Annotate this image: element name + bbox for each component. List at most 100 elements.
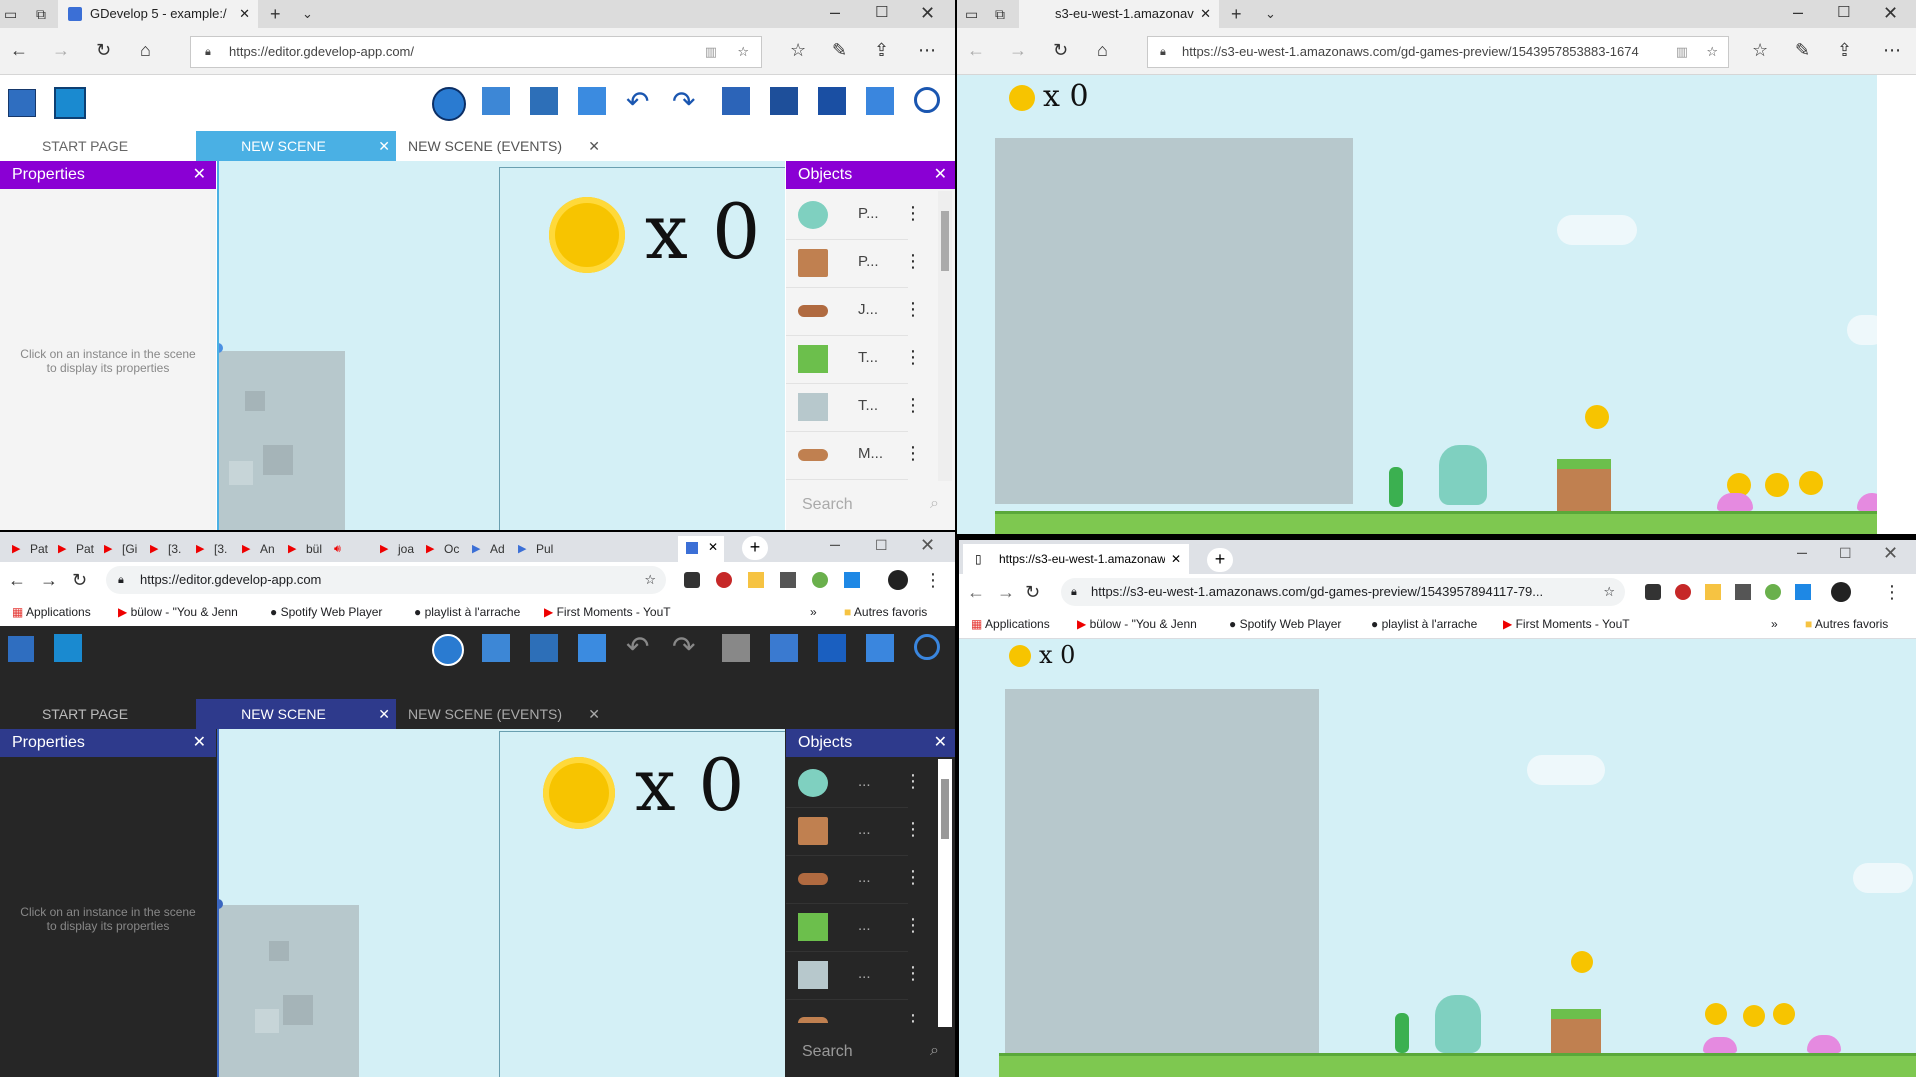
- minimize-icon[interactable]: –: [1797, 542, 1807, 562]
- favorites-icon[interactable]: ☆: [790, 40, 806, 60]
- maximize-icon[interactable]: ☐: [1839, 543, 1852, 563]
- menu-icon[interactable]: ⋮: [924, 570, 942, 590]
- close-tab-icon[interactable]: ✕: [239, 0, 250, 28]
- close-panel-icon[interactable]: ✕: [193, 161, 206, 189]
- browser-tab[interactable]: ▶ [3.: [192, 536, 234, 562]
- refresh-icon[interactable]: ↻: [1053, 40, 1068, 60]
- layers-icon[interactable]: [770, 87, 798, 115]
- search-box[interactable]: Search ⌕: [786, 483, 955, 529]
- forward-icon[interactable]: →: [1009, 40, 1027, 60]
- reading-view-icon[interactable]: ▥: [705, 37, 717, 67]
- tab-new-scene[interactable]: NEW SCENE ✕: [196, 699, 396, 729]
- object-item[interactable]: ... ⋮: [786, 807, 922, 856]
- extension-icon[interactable]: [1765, 584, 1781, 600]
- delete-icon[interactable]: [722, 634, 750, 662]
- object-item[interactable]: ⋮: [786, 999, 922, 1023]
- close-window-icon[interactable]: ✕: [1883, 543, 1898, 563]
- instances-list-icon[interactable]: [818, 634, 846, 662]
- minimize-icon[interactable]: –: [830, 2, 840, 22]
- extension-icon[interactable]: [1735, 584, 1751, 600]
- set-aside-tabs-icon[interactable]: ⧉: [36, 4, 46, 24]
- more-icon[interactable]: ⋯: [918, 40, 936, 60]
- maximize-icon[interactable]: ☐: [1837, 3, 1850, 23]
- favorites-icon[interactable]: ☆: [1752, 40, 1768, 60]
- close-tab-icon[interactable]: ✕: [708, 540, 718, 554]
- notes-icon[interactable]: ✎: [832, 40, 847, 60]
- minimize-icon[interactable]: –: [830, 534, 840, 554]
- zoom-icon[interactable]: [914, 634, 940, 660]
- minimize-icon[interactable]: –: [1793, 2, 1803, 22]
- back-icon[interactable]: ←: [967, 582, 985, 602]
- object-menu-icon[interactable]: ⋮: [904, 915, 922, 936]
- browser-tab[interactable]: ▶ Pat: [8, 536, 50, 562]
- forward-icon[interactable]: →: [52, 40, 70, 60]
- object-menu-icon[interactable]: ⋮: [904, 251, 922, 272]
- search-icon[interactable]: ⌕: [930, 1042, 939, 1060]
- bookmarks-overflow[interactable]: »: [1771, 610, 1778, 638]
- redo-icon[interactable]: ↷: [672, 630, 695, 663]
- object-item[interactable]: T... ⋮: [786, 383, 922, 432]
- refresh-icon[interactable]: ↻: [72, 570, 87, 590]
- close-tab-icon[interactable]: ✕: [588, 699, 600, 729]
- objects-scrollbar[interactable]: [938, 191, 952, 481]
- adblock-icon[interactable]: [716, 572, 732, 588]
- stone-block[interactable]: [219, 905, 359, 1077]
- object-menu-icon[interactable]: ⋮: [904, 963, 922, 984]
- set-aside-tabs-icon[interactable]: ⧉: [995, 4, 1005, 24]
- stone-block[interactable]: [219, 351, 345, 530]
- home-icon[interactable]: ⌂: [1097, 40, 1108, 60]
- browser-tab[interactable]: 🔊︎: [330, 536, 372, 562]
- browser-tab[interactable]: ▶ joa: [376, 536, 418, 562]
- object-menu-icon[interactable]: ⋮: [904, 771, 922, 792]
- grid-icon[interactable]: [866, 87, 894, 115]
- favorite-star-icon[interactable]: ☆: [1706, 37, 1718, 67]
- object-menu-icon[interactable]: ⋮: [904, 395, 922, 416]
- objects-scrollbar[interactable]: [938, 759, 952, 1027]
- new-tab-button[interactable]: +: [742, 536, 768, 560]
- object-groups-icon[interactable]: [530, 634, 558, 662]
- extension-icon[interactable]: [812, 572, 828, 588]
- object-menu-icon[interactable]: ⋮: [904, 443, 922, 464]
- apps-bookmark[interactable]: ▦ Applications: [12, 598, 91, 626]
- bookmark-1[interactable]: ▶ bülow - "You & Jenn: [118, 598, 258, 626]
- bookmarks-overflow[interactable]: »: [810, 598, 817, 626]
- instances-list-icon[interactable]: [818, 87, 846, 115]
- object-item[interactable]: J... ⋮: [786, 287, 922, 336]
- maximize-icon[interactable]: ☐: [875, 3, 888, 23]
- game-preview[interactable]: x 0: [957, 75, 1877, 534]
- close-panel-icon[interactable]: ✕: [934, 729, 947, 757]
- object-item[interactable]: ... ⋮: [786, 903, 922, 952]
- notes-icon[interactable]: ✎: [1795, 40, 1810, 60]
- object-menu-icon[interactable]: ⋮: [904, 203, 922, 224]
- active-tab[interactable]: ▯ https://s3-eu-west-1.amazonaws ✕: [963, 544, 1189, 574]
- browser-tab[interactable]: ▶ Pul: [514, 536, 556, 562]
- browser-tab[interactable]: ▶ Oc: [422, 536, 464, 562]
- active-tab[interactable]: ✕: [678, 536, 724, 562]
- properties-panel-icon[interactable]: [578, 634, 606, 662]
- menu-icon[interactable]: ⋮: [1883, 582, 1901, 602]
- object-menu-icon[interactable]: ⋮: [904, 867, 922, 888]
- search-icon[interactable]: ⌕: [930, 495, 939, 513]
- project-manager-icon[interactable]: [8, 636, 34, 662]
- tab-start-page[interactable]: START PAGE: [0, 131, 170, 161]
- tab-start-page[interactable]: START PAGE: [0, 699, 170, 729]
- close-window-icon[interactable]: ✕: [1883, 3, 1898, 23]
- bookmark-3[interactable]: ● playlist à l'arrache: [1371, 610, 1477, 638]
- scene-canvas[interactable]: x 0: [217, 729, 785, 1077]
- more-icon[interactable]: ⋯: [1883, 40, 1901, 60]
- close-tab-icon[interactable]: ✕: [378, 699, 390, 729]
- properties-panel-icon[interactable]: [578, 87, 606, 115]
- close-window-icon[interactable]: ✕: [920, 535, 935, 555]
- layers-icon[interactable]: [770, 634, 798, 662]
- scene-canvas[interactable]: x 0: [217, 161, 785, 530]
- adblock-icon[interactable]: [1675, 584, 1691, 600]
- delete-icon[interactable]: [722, 87, 750, 115]
- close-tab-icon[interactable]: ✕: [1171, 544, 1181, 574]
- new-tab-icon[interactable]: +: [1231, 4, 1242, 24]
- preview-icon[interactable]: [432, 87, 466, 121]
- browser-tab[interactable]: ▶ Ad: [468, 536, 510, 562]
- url-field[interactable]: 🔒︎ https://s3-eu-west-1.amazonaws.com/gd…: [1061, 578, 1625, 606]
- bookmark-star-icon[interactable]: ☆: [1603, 578, 1615, 606]
- close-panel-icon[interactable]: ✕: [934, 161, 947, 189]
- game-preview[interactable]: x 0: [959, 639, 1916, 1077]
